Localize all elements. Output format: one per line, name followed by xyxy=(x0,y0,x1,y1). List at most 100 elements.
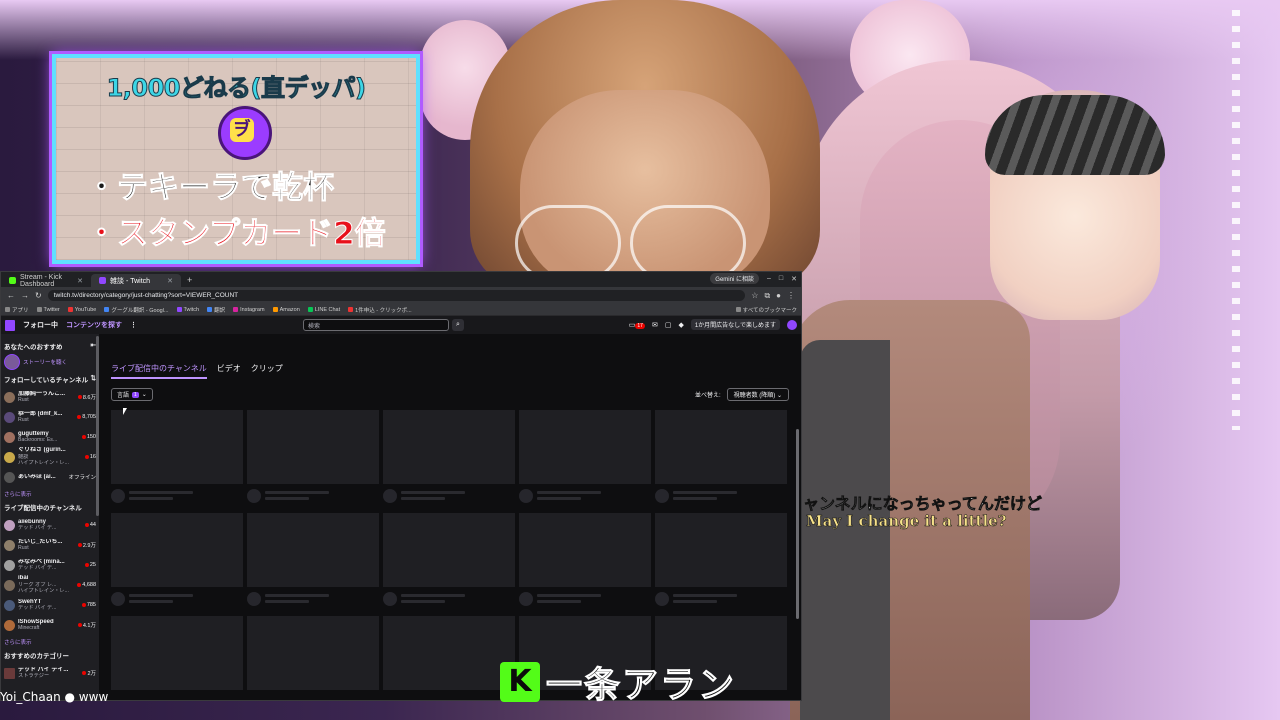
bookmark-clickpost[interactable]: 1件申込 - クリックポ... xyxy=(348,306,412,314)
avatar xyxy=(4,431,15,443)
main-scrollbar[interactable] xyxy=(796,429,799,619)
bookmark-twitter[interactable]: Twitter xyxy=(36,306,60,313)
stream-card-placeholder[interactable] xyxy=(519,410,651,503)
browser-tab-twitch[interactable]: 雑談 - Twitch ✕ xyxy=(91,274,181,287)
nav-more-icon[interactable]: ⋮ xyxy=(130,321,137,329)
browser-tab-kick[interactable]: Stream - Kick Dashboard ✕ xyxy=(1,274,91,288)
bookmark-label: LINE Chat xyxy=(314,306,341,313)
thumbnail-skeleton xyxy=(247,513,379,587)
bookmark-instagram[interactable]: Instagram xyxy=(233,307,265,313)
menu-icon[interactable]: ⋮ xyxy=(787,291,795,300)
user-avatar[interactable] xyxy=(787,319,797,330)
search-input[interactable]: 検索 xyxy=(303,319,449,331)
sidebar-channel[interactable]: 加藤純一うんこ... Rust 8.6万 xyxy=(4,387,96,407)
sidebar-channel[interactable]: 恭一郎 (dmf_k... Rust 8,705 xyxy=(4,407,96,427)
sidebar-channel[interactable]: IShowSpeed Minecraft 4.1万 xyxy=(4,615,96,635)
avatar-skeleton xyxy=(111,489,125,503)
whispers-icon[interactable]: ✉ xyxy=(652,321,658,329)
show-more-link[interactable]: さらに表示 xyxy=(4,490,96,498)
inbox-icon[interactable]: ▢ xyxy=(665,321,672,329)
sidebar-channel[interactable]: ibai リーグ オブ レ... ハイプトレイン・レ... 4,688 xyxy=(4,575,96,595)
extensions-icon[interactable]: ⧉ xyxy=(764,291,770,301)
minimize-button[interactable]: – xyxy=(767,275,771,282)
sidebar-channel[interactable]: guguttemy Backrooms: Es... 150 xyxy=(4,427,96,447)
stream-card-placeholder[interactable] xyxy=(519,513,651,606)
bookmark-twitch[interactable]: Twitch xyxy=(176,306,200,313)
story-item[interactable]: ストーリーを聴く xyxy=(4,354,96,370)
stream-card-placeholder[interactable] xyxy=(383,410,515,503)
sidebar-channel[interactable]: みなみべ (mina... デッド バイ デ... 25 xyxy=(4,555,96,575)
sort-select[interactable]: 視聴者数 (降順) ⌄ xyxy=(726,388,789,401)
category-heading-label: おすすめのカテゴリー xyxy=(4,653,69,660)
search-icon[interactable]: ⌕ xyxy=(452,319,464,331)
sidebar-channel[interactable]: ぐりねさ (gurin... 雑談 ハイプトレイン・レ... 16 xyxy=(4,447,96,467)
bookmark-translate[interactable]: 翻訳 xyxy=(207,306,225,314)
viewer-count: 150 xyxy=(86,434,96,440)
stream-card-placeholder[interactable] xyxy=(383,616,515,690)
stream-card-placeholder[interactable] xyxy=(247,513,379,606)
promo-line-stamp-card: ・スタンプカード2倍 xyxy=(86,216,387,253)
tab-videos[interactable]: ビデオ xyxy=(217,363,241,379)
close-icon[interactable]: ✕ xyxy=(77,277,83,285)
stream-card-placeholder[interactable] xyxy=(111,410,243,503)
bookmark-line-chat[interactable]: LINE Chat xyxy=(307,306,341,313)
stream-card-placeholder[interactable] xyxy=(655,410,787,503)
stream-card-placeholder[interactable] xyxy=(247,410,379,503)
bits-icon[interactable]: ◆ xyxy=(678,321,683,329)
nav-browse[interactable]: コンテンツを探す xyxy=(66,320,122,330)
following-heading-label: フォローしているチャンネル xyxy=(4,377,89,384)
title-skeleton xyxy=(537,594,601,597)
story-avatar xyxy=(4,354,20,370)
stream-card-placeholder[interactable] xyxy=(111,616,243,690)
gemini-button[interactable]: Gemini に相談 xyxy=(710,273,759,284)
sidebar-channel[interactable]: あいみほ (ai... オフライン xyxy=(4,467,96,487)
bookmark-google-translate[interactable]: グーグル翻訳 - Googl... xyxy=(104,306,169,314)
back-icon[interactable]: ← xyxy=(7,291,15,300)
stream-card-placeholder[interactable] xyxy=(383,513,515,606)
ad-free-button[interactable]: 1か月間広告なしで楽しめます xyxy=(690,319,780,330)
stream-card-placeholder[interactable] xyxy=(655,513,787,606)
thumbnail-skeleton xyxy=(383,616,515,690)
tab-clips[interactable]: クリップ xyxy=(251,363,283,379)
tab-live-channels[interactable]: ライブ配信中のチャンネル xyxy=(111,363,207,379)
title-skeleton xyxy=(129,491,193,494)
stream-card-placeholder[interactable] xyxy=(247,616,379,690)
kick-logo-letter: K xyxy=(508,664,532,699)
forward-icon[interactable]: → xyxy=(21,291,29,300)
bookmark-label: Twitter xyxy=(43,306,60,313)
stream-card-placeholder[interactable] xyxy=(111,513,243,606)
show-more-link[interactable]: さらに表示 xyxy=(4,638,96,646)
bookmark-label: Twitch xyxy=(183,306,200,313)
sidebar-channel[interactable]: たいじ_たいち... Rust 2.9万 xyxy=(4,535,96,555)
nav-following[interactable]: フォロー中 xyxy=(23,320,58,330)
maximize-button[interactable]: □ xyxy=(779,275,783,282)
close-icon[interactable]: ✕ xyxy=(167,277,173,285)
category-tag: ストラテジー xyxy=(18,673,50,679)
notifications-icon[interactable]: ▭ 17 xyxy=(629,321,645,329)
promo-badge-icon: ヺ xyxy=(218,106,272,160)
twitch-logo-icon[interactable] xyxy=(5,319,15,331)
subtitle-skeleton xyxy=(537,600,581,603)
bookmark-label: グーグル翻訳 - Googl... xyxy=(111,307,169,314)
bookmark-amazon[interactable]: Amazon xyxy=(272,307,300,313)
new-tab-button[interactable]: + xyxy=(181,275,198,285)
line-icon xyxy=(307,307,313,312)
bookmark-apps[interactable]: アプリ xyxy=(5,306,29,314)
thumbnail-skeleton xyxy=(383,410,515,484)
bookmark-star-icon[interactable]: ☆ xyxy=(751,291,758,300)
clickpost-icon xyxy=(348,307,354,312)
viewer-count: 8,705 xyxy=(82,414,96,420)
close-window-button[interactable]: ✕ xyxy=(791,275,797,283)
address-bar[interactable]: twitch.tv/directory/category/just-chatti… xyxy=(47,290,746,301)
browser-tabstrip: Stream - Kick Dashboard ✕ 雑談 - Twitch ✕ … xyxy=(1,272,801,288)
translate-icon xyxy=(207,307,213,312)
sidebar-category[interactable]: デッド バイ デイ... ストラテジー 2万 xyxy=(4,663,96,683)
sidebar-channel[interactable]: aiiebunny デッド バイ デ... 44 xyxy=(4,515,96,535)
sidebar-channel[interactable]: SwehYT デッド バイ デ... 785 xyxy=(4,595,96,615)
profile-icon[interactable]: ● xyxy=(776,291,781,300)
reload-icon[interactable]: ↻ xyxy=(35,291,42,300)
bookmark-youtube[interactable]: YouTube xyxy=(67,307,96,313)
twitch-sidebar: あなたへのおすすめ ⇤ ストーリーを聴く フォローしているチャンネル ⇅ 加藤純一う… xyxy=(1,334,99,700)
language-filter-button[interactable]: 言語 1 ⌄ xyxy=(111,388,153,401)
all-bookmarks[interactable]: すべてのブックマーク xyxy=(735,306,797,314)
